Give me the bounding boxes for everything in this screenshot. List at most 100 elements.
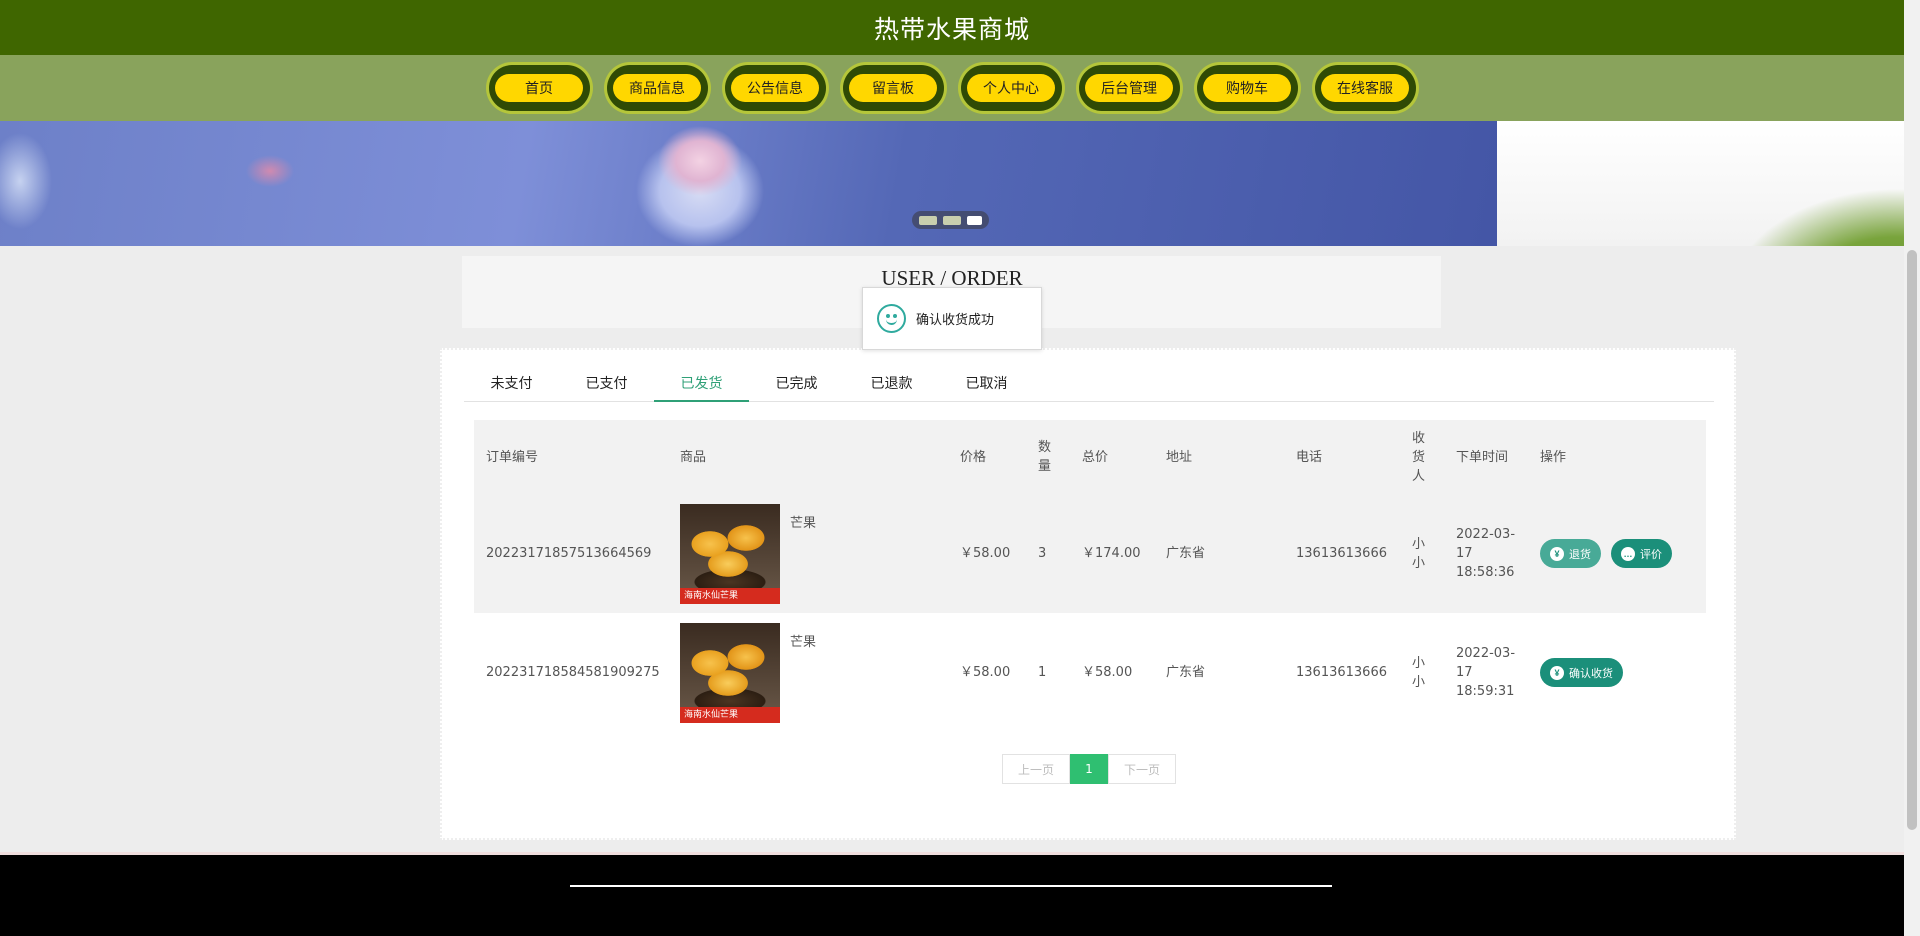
col-header-product: 商品 [668,420,948,494]
confirm-receipt-button-label: 确认收货 [1569,667,1613,680]
table-row: 202231718584581909275 海南水仙芒果 芒果 ￥58.00 1… [474,613,1706,732]
tab-paid[interactable]: 已支付 [559,370,654,402]
order-table: 订单编号 商品 价格 数量 总价 地址 电话 收货人 下单时间 操作 20223… [474,420,1706,732]
receiver: 小小 [1400,494,1444,613]
table-header-row: 订单编号 商品 价格 数量 总价 地址 电话 收货人 下单时间 操作 [474,420,1706,494]
col-header-address: 地址 [1154,420,1284,494]
nav-item-home[interactable]: 首页 [485,62,593,114]
nav-item-online-service[interactable]: 在线客服 [1311,62,1419,114]
smile-icon [877,304,906,333]
quantity: 3 [1026,494,1070,613]
quantity: 1 [1038,665,1047,680]
product-image-caption: 海南水仙芒果 [680,587,780,604]
total-price: ￥174.00 [1070,494,1154,613]
next-page-button[interactable]: 下一页 [1108,754,1176,784]
order-no: 20223171857513664569 [474,494,668,613]
nav-ring: 后台管理 [1078,65,1180,111]
col-header-price: 价格 [948,420,1026,494]
return-button-label: 退货 [1569,548,1591,561]
col-header-qty: 数量 [1026,420,1070,494]
nav-item-message-board[interactable]: 留言板 [839,62,947,114]
review-button-label: 评价 [1640,548,1662,561]
nav-item-announcements[interactable]: 公告信息 [721,62,829,114]
product-name[interactable]: 芒果 [790,514,816,533]
nav-item-products[interactable]: 商品信息 [603,62,711,114]
yen-icon: ¥ [1550,665,1564,680]
product-name[interactable]: 芒果 [790,633,816,652]
nav-ring: 首页 [488,65,590,111]
banner-next-slide-image [1497,121,1904,246]
order-status-tabs: 未支付 已支付 已发货 已完成 已退款 已取消 [464,370,1714,402]
yen-icon: ¥ [1550,546,1564,561]
tab-completed[interactable]: 已完成 [749,370,844,402]
product-image-caption: 海南水仙芒果 [680,706,780,723]
nav-ring: 商品信息 [606,65,708,111]
col-header-order-no: 订单编号 [474,420,668,494]
product-image[interactable]: 海南水仙芒果 [680,503,780,604]
carousel-indicators [912,211,989,229]
order-no: 202231718584581909275 [486,665,660,680]
carousel-dot[interactable] [943,215,961,225]
col-header-order-time: 下单时间 [1444,420,1528,494]
scrollbar-thumb[interactable] [1907,250,1917,830]
price: ￥58.00 [948,494,1026,613]
product-image[interactable]: 海南水仙芒果 [680,622,780,723]
col-header-receiver: 收货人 [1400,420,1444,494]
tab-shipped[interactable]: 已发货 [654,370,749,402]
comment-icon: … [1621,546,1635,561]
nav-item-cart[interactable]: 购物车 [1193,62,1301,114]
nav-label: 商品信息 [613,74,701,102]
nav-ring: 个人中心 [960,65,1062,111]
main-nav: 首页 商品信息 公告信息 留言板 个人中心 后台管理 购物车 在线客服 [0,55,1904,121]
tab-refunded[interactable]: 已退款 [844,370,939,402]
phone: 13613613666 [1284,494,1400,613]
nav-label: 在线客服 [1321,74,1409,102]
site-title: 热带水果商城 [873,14,1030,44]
nav-ring: 公告信息 [724,65,826,111]
order-time: 2022-03-17 18:59:31 [1456,646,1516,699]
page-number-current[interactable]: 1 [1070,754,1108,784]
col-header-actions: 操作 [1528,420,1706,494]
phone: 13613613666 [1296,665,1387,680]
total-price: ￥58.00 [1082,665,1133,680]
address: 广东省 [1166,665,1206,680]
actions-cell: ¥ 退货 … 评价 [1528,494,1706,613]
footer-divider [570,885,1332,887]
nav-ring: 在线客服 [1314,65,1416,111]
order-time: 2022-03-17 18:58:36 [1444,494,1528,613]
receiver: 小小 [1412,655,1426,690]
nav-label: 公告信息 [731,74,819,102]
product-cell: 海南水仙芒果 芒果 [668,613,948,732]
banner-slide-image [0,121,1497,246]
review-button[interactable]: … 评价 [1611,539,1672,568]
nav-ring: 购物车 [1196,65,1298,111]
site-header: 热带水果商城 [0,0,1904,55]
actions-cell: ¥ 确认收货 [1528,613,1706,732]
footer [0,852,1904,936]
carousel-dot-active[interactable] [967,215,982,225]
nav-item-admin[interactable]: 后台管理 [1075,62,1183,114]
tab-cancelled[interactable]: 已取消 [939,370,1034,402]
prev-page-button[interactable]: 上一页 [1002,754,1070,784]
address: 广东省 [1154,494,1284,613]
pagination: 上一页 1 下一页 [1002,754,1176,784]
col-header-phone: 电话 [1284,420,1400,494]
toast-notification: 确认收货成功 [862,287,1042,350]
col-header-total: 总价 [1070,420,1154,494]
price: ￥58.00 [960,665,1011,680]
table-row: 20223171857513664569 海南水仙芒果 芒果 ￥58.00 3 … [474,494,1706,613]
order-panel: 未支付 已支付 已发货 已完成 已退款 已取消 订单编号 商品 价格 数量 总价… [440,348,1736,840]
page-scrollbar[interactable] [1904,0,1920,936]
nav-label: 购物车 [1203,74,1291,102]
nav-item-personal-center[interactable]: 个人中心 [957,62,1065,114]
nav-label: 首页 [495,74,583,102]
tab-unpaid[interactable]: 未支付 [464,370,559,402]
nav-label: 个人中心 [967,74,1055,102]
toast-message: 确认收货成功 [916,313,995,328]
carousel-dot[interactable] [919,215,937,225]
nav-label: 后台管理 [1085,74,1173,102]
nav-label: 留言板 [849,74,937,102]
nav-ring: 留言板 [842,65,944,111]
return-button[interactable]: ¥ 退货 [1540,539,1601,568]
confirm-receipt-button[interactable]: ¥ 确认收货 [1540,658,1623,687]
